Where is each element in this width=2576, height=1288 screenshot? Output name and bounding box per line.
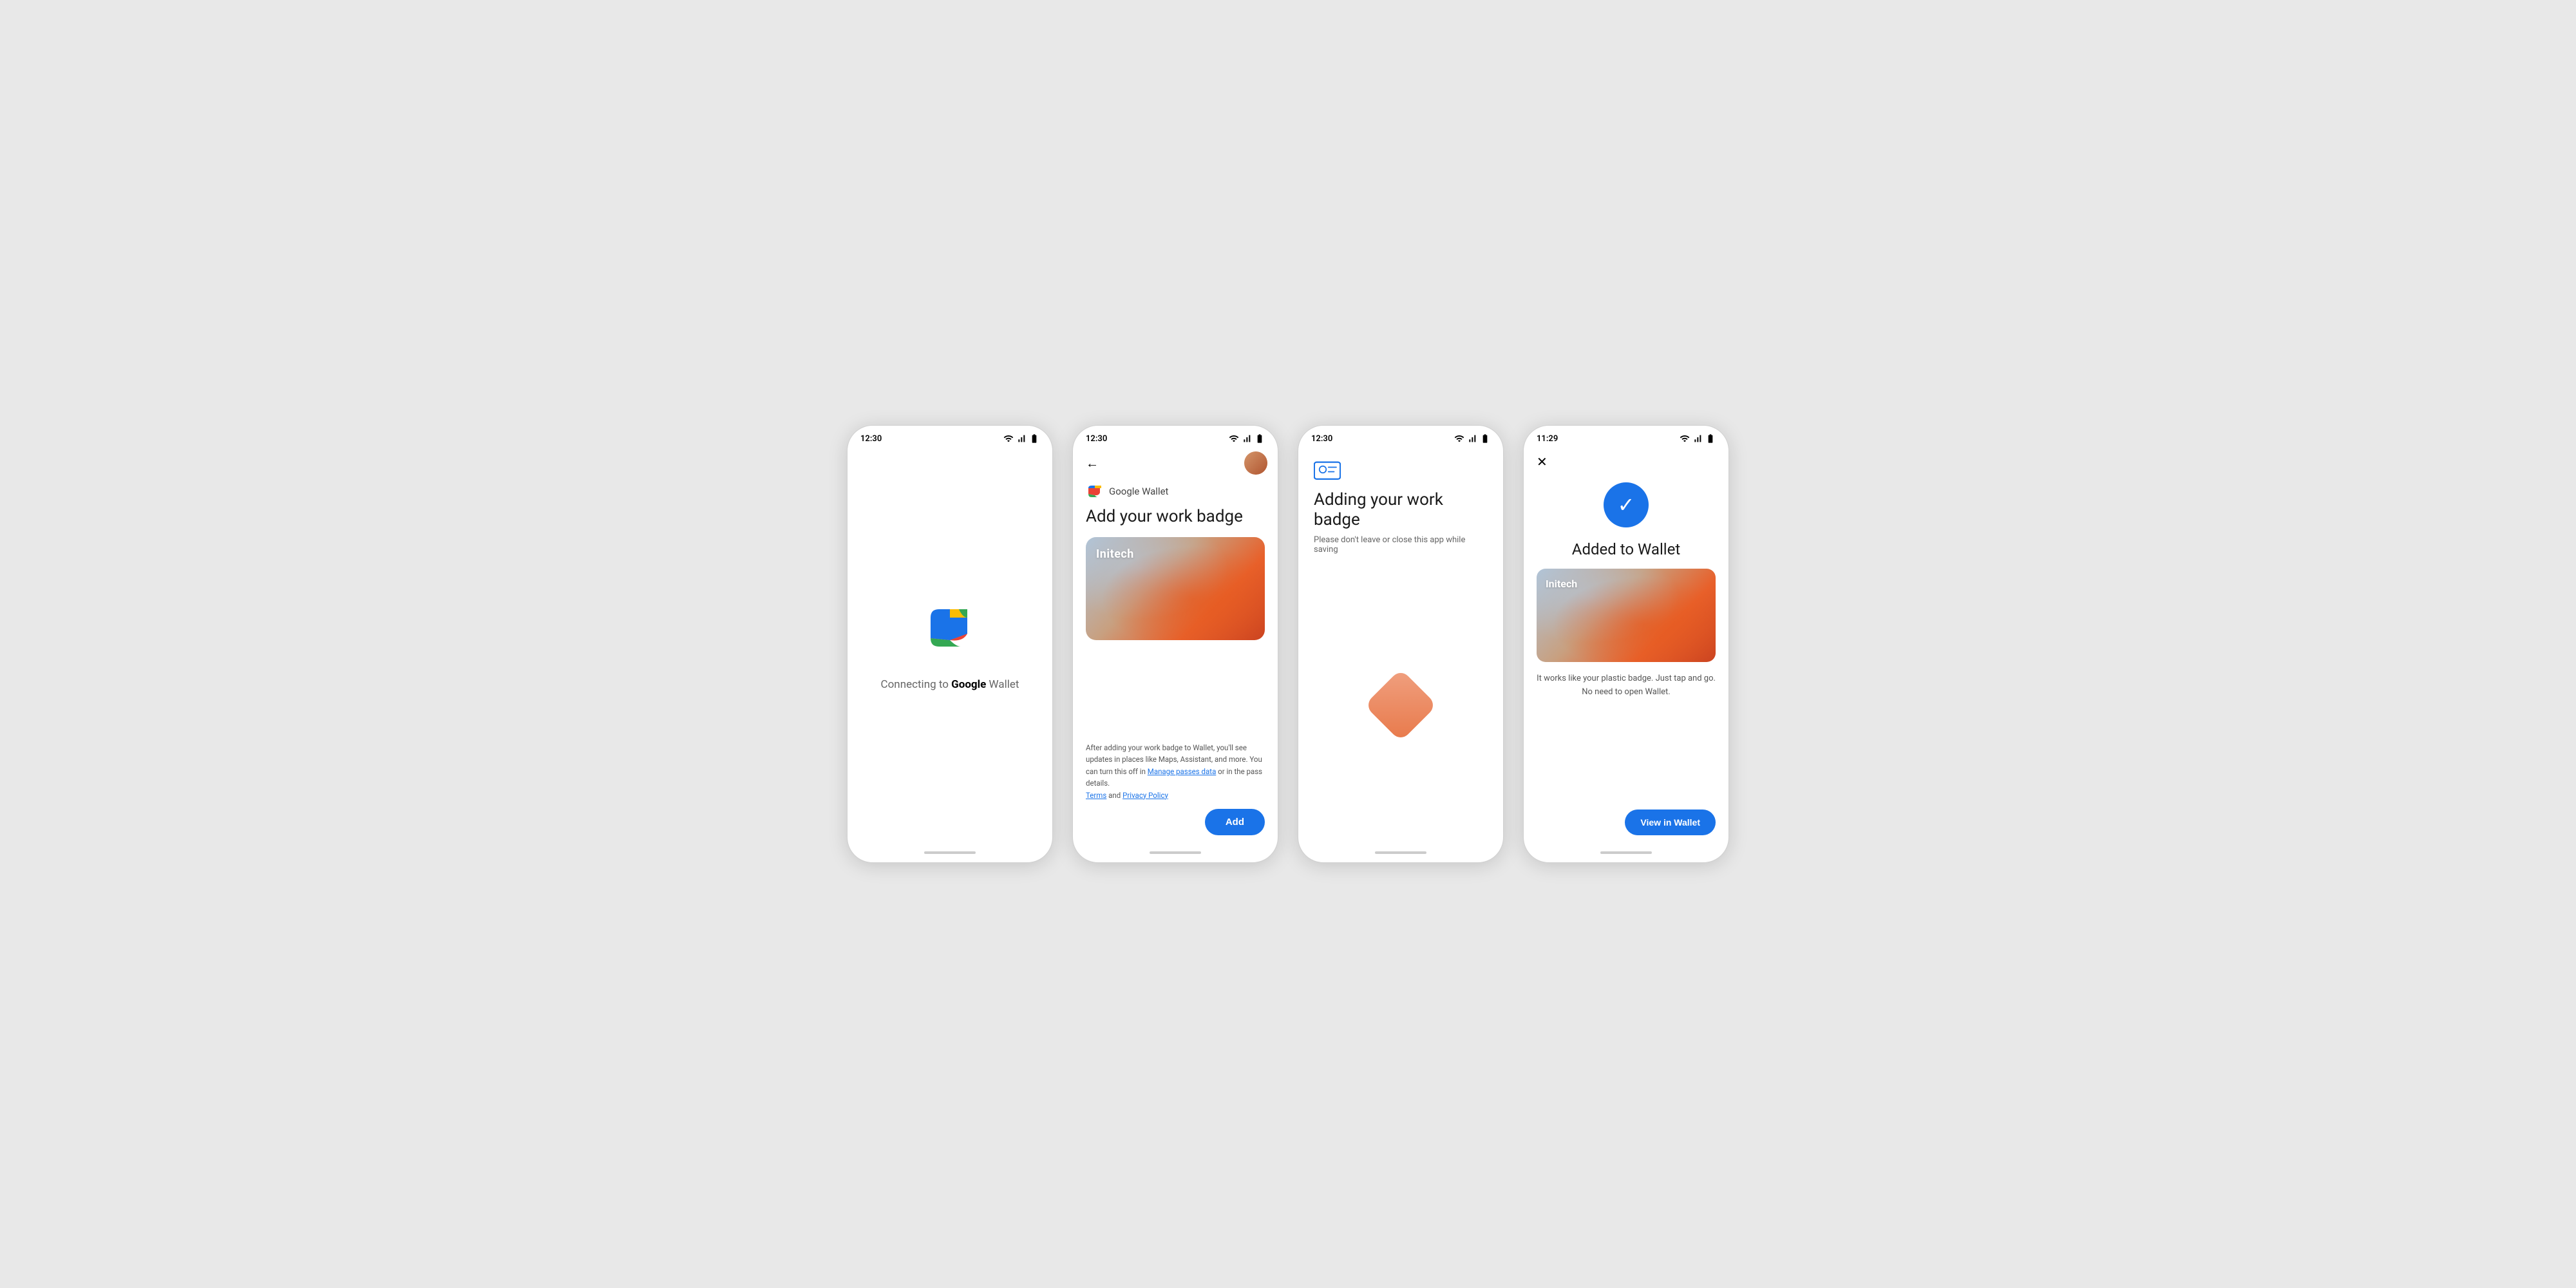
time-1: 12:30 bbox=[860, 434, 882, 444]
status-bar-2: 12:30 bbox=[1073, 426, 1278, 446]
wifi-icon bbox=[1003, 433, 1014, 444]
time-4: 11:29 bbox=[1537, 434, 1558, 444]
loading-diamond bbox=[1364, 669, 1437, 742]
bottom-indicator-1 bbox=[848, 843, 1052, 862]
google-wallet-label: Google Wallet bbox=[1109, 486, 1168, 497]
close-button[interactable]: ✕ bbox=[1537, 454, 1548, 469]
screen2-body: Google Wallet Add your work badge Initec… bbox=[1073, 477, 1278, 801]
google-wallet-header: Google Wallet bbox=[1086, 482, 1265, 500]
bottom-indicator-4 bbox=[1524, 843, 1728, 862]
signal-icon-4 bbox=[1692, 433, 1703, 444]
screen3-content: Adding your work badge Please don't leav… bbox=[1298, 446, 1503, 843]
time-3: 12:30 bbox=[1311, 434, 1332, 444]
success-circle: ✓ bbox=[1604, 482, 1649, 527]
screen2-header: ← bbox=[1073, 446, 1278, 477]
status-bar-1: 12:30 bbox=[848, 426, 1052, 446]
adding-subtitle: Please don't leave or close this app whi… bbox=[1314, 535, 1488, 554]
loading-diamond-container bbox=[1314, 580, 1488, 830]
phone-screen-1: 12:30 bbox=[847, 425, 1053, 863]
status-icons-1 bbox=[1003, 433, 1039, 444]
badge-card-small: Initech bbox=[1537, 569, 1716, 662]
work-badge-icon bbox=[1314, 459, 1341, 480]
screen4-header: ✕ bbox=[1524, 446, 1728, 472]
screen2-footer: After adding your work badge to Wallet, … bbox=[1086, 735, 1265, 801]
phone-screen-2: 12:30 ← bbox=[1072, 425, 1278, 863]
connecting-prefix: Connecting to bbox=[881, 678, 952, 691]
connecting-suffix: Wallet bbox=[986, 678, 1019, 691]
battery-icon-3 bbox=[1480, 433, 1490, 444]
home-bar-4 bbox=[1600, 851, 1652, 854]
view-in-wallet-button[interactable]: View in Wallet bbox=[1625, 810, 1716, 835]
screen1-content: Connecting to Google Wallet bbox=[848, 446, 1052, 843]
status-icons-3 bbox=[1454, 433, 1490, 444]
battery-icon bbox=[1029, 433, 1039, 444]
add-button-row: Add bbox=[1073, 801, 1278, 843]
signal-icon bbox=[1016, 433, 1027, 444]
phone-screen-3: 12:30 Adding your work badge Please don'… bbox=[1298, 425, 1504, 863]
wallet-icon-large bbox=[921, 598, 979, 659]
signal-icon-3 bbox=[1467, 433, 1477, 444]
battery-icon-4 bbox=[1705, 433, 1716, 444]
screen2-content: Google Wallet Add your work badge Initec… bbox=[1073, 477, 1278, 843]
wifi-icon-2 bbox=[1229, 433, 1239, 444]
adding-title: Adding your work badge bbox=[1314, 490, 1488, 530]
wifi-icon-3 bbox=[1454, 433, 1464, 444]
home-bar-1 bbox=[924, 851, 976, 854]
back-button[interactable]: ← bbox=[1083, 453, 1101, 474]
manage-passes-link[interactable]: Manage passes data bbox=[1148, 767, 1217, 776]
badge-card-label: Initech bbox=[1096, 547, 1134, 561]
time-2: 12:30 bbox=[1086, 434, 1107, 444]
phone-screen-4: 11:29 ✕ ✓ Added to Wallet Initech It wor… bbox=[1523, 425, 1729, 863]
added-description: It works like your plastic badge. Just t… bbox=[1537, 672, 1716, 699]
connecting-text: Connecting to Google Wallet bbox=[881, 678, 1019, 691]
status-icons-2 bbox=[1229, 433, 1265, 444]
home-bar-2 bbox=[1150, 851, 1201, 854]
footer-and: and bbox=[1106, 791, 1122, 800]
avatar-image bbox=[1244, 451, 1267, 475]
badge-card-small-label: Initech bbox=[1546, 578, 1577, 590]
add-badge-title: Add your work badge bbox=[1086, 507, 1265, 527]
screen4-body: ✓ Added to Wallet Initech It works like … bbox=[1524, 472, 1728, 802]
wifi-icon-4 bbox=[1680, 433, 1690, 444]
add-button[interactable]: Add bbox=[1205, 809, 1265, 835]
view-wallet-row: View in Wallet bbox=[1524, 802, 1728, 843]
added-title: Added to Wallet bbox=[1572, 540, 1680, 558]
screen3-body: Adding your work badge Please don't leav… bbox=[1298, 446, 1503, 843]
bottom-indicator-3 bbox=[1298, 843, 1503, 862]
terms-link[interactable]: Terms bbox=[1086, 791, 1106, 800]
home-bar-3 bbox=[1375, 851, 1426, 854]
status-icons-4 bbox=[1680, 433, 1716, 444]
signal-icon-2 bbox=[1242, 433, 1252, 444]
battery-icon-2 bbox=[1255, 433, 1265, 444]
google-wallet-logo bbox=[1086, 482, 1104, 500]
status-bar-4: 11:29 bbox=[1524, 426, 1728, 446]
screens-container: 12:30 bbox=[847, 425, 1729, 863]
status-bar-3: 12:30 bbox=[1298, 426, 1503, 446]
privacy-link[interactable]: Privacy Policy bbox=[1122, 791, 1168, 800]
badge-card: Initech bbox=[1086, 537, 1265, 640]
user-avatar[interactable] bbox=[1244, 451, 1267, 475]
connecting-brand: Google bbox=[951, 678, 986, 691]
check-icon: ✓ bbox=[1618, 493, 1635, 517]
screen1-body: Connecting to Google Wallet bbox=[848, 446, 1052, 843]
screen4-content: ✓ Added to Wallet Initech It works like … bbox=[1524, 472, 1728, 843]
bottom-indicator-2 bbox=[1073, 843, 1278, 862]
